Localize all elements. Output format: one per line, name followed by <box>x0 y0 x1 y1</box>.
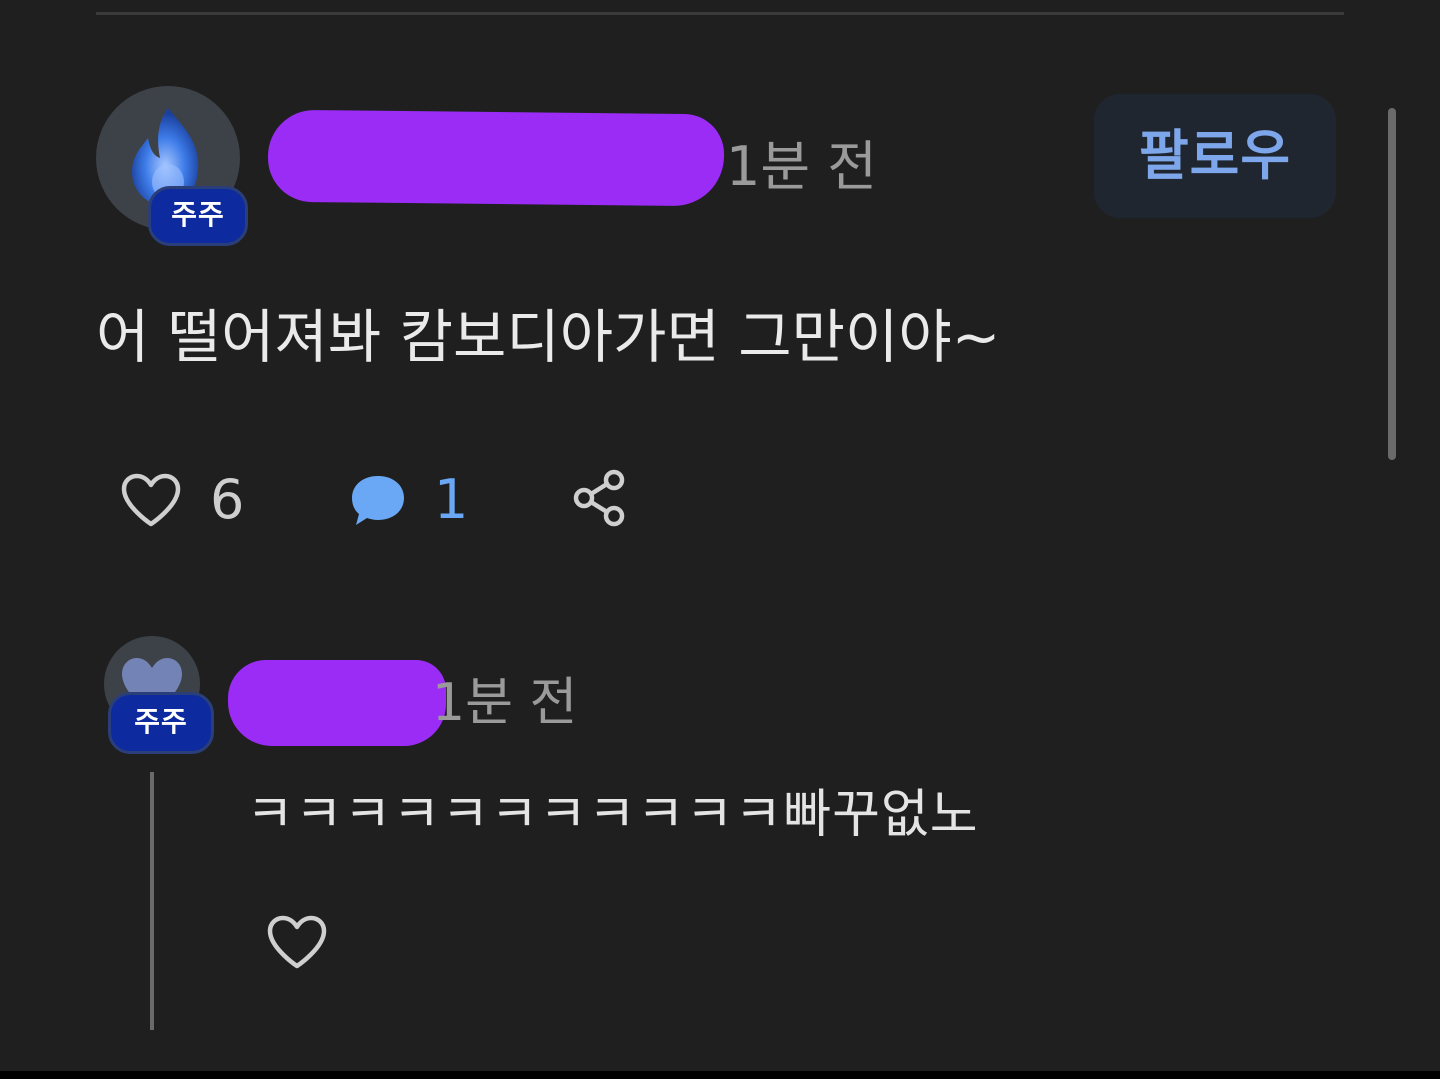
reply-like-button[interactable] <box>266 914 328 974</box>
like-count: 6 <box>210 468 245 531</box>
reply-timestamp: 1분 전 <box>432 673 578 733</box>
comment-page: 주주 1분 전 팔로우 어 떨어져봐 캄보디아가면 그만이야~ 6 1 주주 1… <box>0 0 1440 1079</box>
top-divider <box>96 12 1344 15</box>
share-icon <box>573 469 625 527</box>
share-button[interactable] <box>572 468 628 528</box>
heart-outline-icon <box>121 473 181 527</box>
post-timestamp: 1분 전 <box>726 135 877 198</box>
follow-button[interactable]: 팔로우 <box>1094 94 1336 218</box>
post-avatar-group[interactable]: 주주 <box>96 86 248 252</box>
scrollbar-thumb[interactable] <box>1388 108 1396 460</box>
reply-author-name-redaction <box>228 660 446 746</box>
reply-button[interactable]: 1 <box>348 468 468 532</box>
author-badge: 주주 <box>148 186 248 246</box>
bottom-edge-bar <box>0 1071 1440 1079</box>
reply-thread-line <box>150 772 154 1030</box>
comment-body: 어 떨어져봐 캄보디아가면 그만이야~ <box>96 303 1001 371</box>
scrollbar[interactable] <box>1386 108 1398 460</box>
reply-body: ㅋㅋㅋㅋㅋㅋㅋㅋㅋㅋㅋ빠꾸없노 <box>246 785 979 845</box>
like-button[interactable]: 6 <box>120 468 244 532</box>
reply-author-badge: 주주 <box>108 692 214 754</box>
speech-bubble-icon <box>352 476 404 525</box>
reply-avatar-group[interactable]: 주주 <box>104 636 214 756</box>
reply-count: 1 <box>434 468 469 531</box>
heart-outline-icon <box>267 915 327 969</box>
author-name-redaction <box>267 109 725 207</box>
